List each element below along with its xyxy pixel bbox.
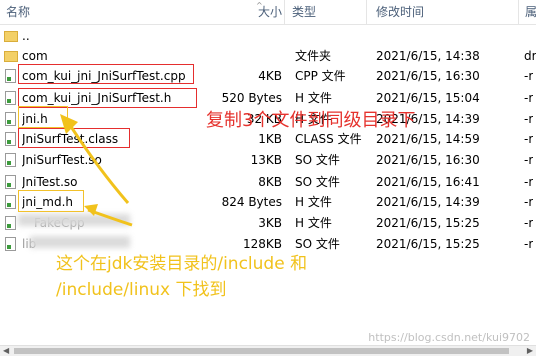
scroll-right-icon[interactable]: ▶ [527, 346, 533, 355]
jdk-location-annotation-line1: 这个在jdk安装目录的/include 和 [56, 254, 308, 274]
copy-files-annotation: 复制3个文件到同级目录下 [206, 110, 416, 131]
scroll-left-icon[interactable]: ◀ [3, 346, 9, 355]
horizontal-scrollbar[interactable]: ◀ ▶ [0, 345, 536, 356]
scrollbar-thumb[interactable] [14, 348, 509, 354]
jdk-location-annotation-line2: /include/linux 下找到 [56, 280, 227, 300]
watermark: https://blog.csdn.net/kui9702 [368, 331, 530, 344]
arrow-to-jni-h [66, 121, 130, 204]
